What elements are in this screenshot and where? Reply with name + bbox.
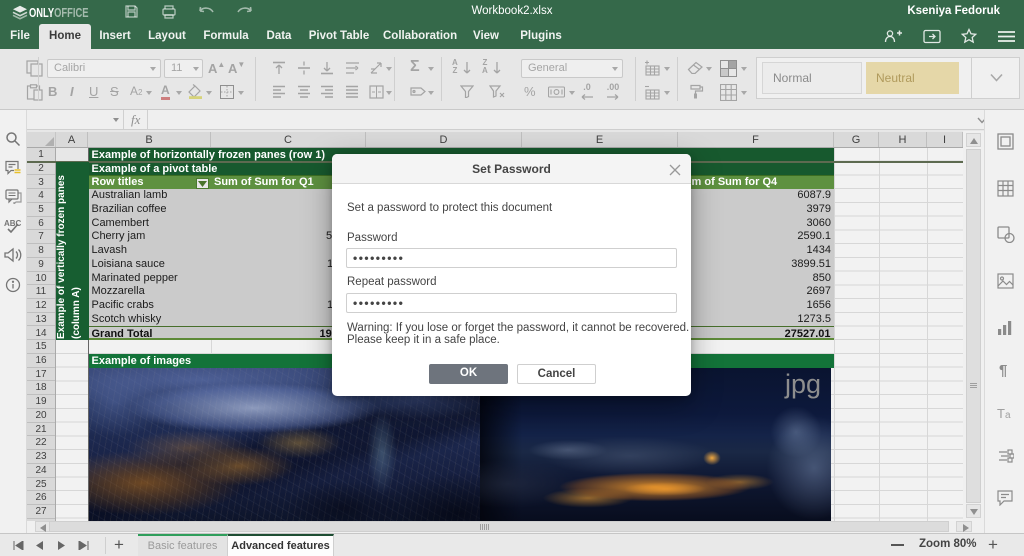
svg-text:ABC: ABC: [4, 219, 22, 228]
